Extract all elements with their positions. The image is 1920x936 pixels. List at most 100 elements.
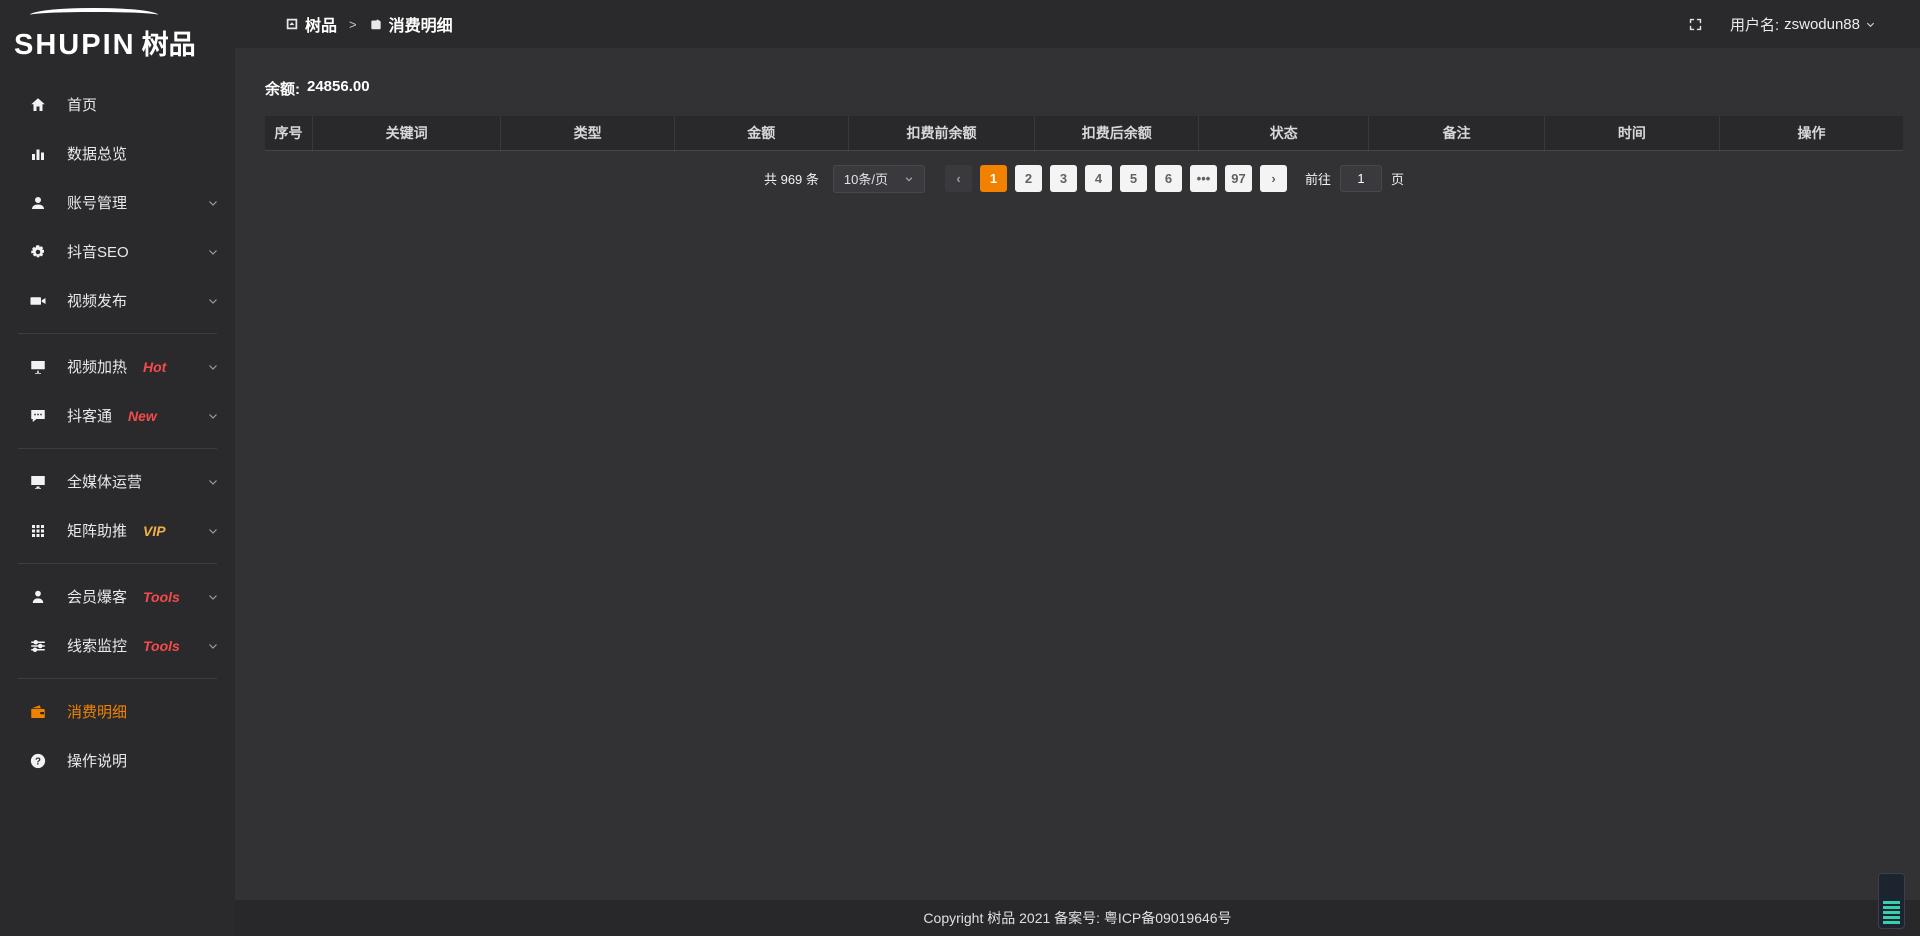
chevron-down-icon [207, 197, 219, 209]
breadcrumb-item-app[interactable]: 树品 [285, 12, 337, 36]
table-head: 序号关键词类型金额扣费前余额扣费后余额状态备注时间操作 [265, 116, 1903, 150]
chevron-down-icon [207, 476, 219, 488]
topbar-right: 用户名: zswodun88 [1687, 14, 1876, 35]
pagination-page-button[interactable]: 6 [1155, 165, 1182, 192]
sidebar-item-consumption-detail[interactable]: 消费明细 [0, 687, 235, 736]
main-area: 余额: 24856.00 序号关键词类型金额扣费前余额扣费后余额状态备注时间操作… [235, 48, 1920, 936]
screen-icon [28, 357, 48, 377]
sidebar-item-video-heating[interactable]: 视频加热 Hot [0, 342, 235, 391]
chevron-down-icon [207, 525, 219, 537]
chevron-down-icon [207, 295, 219, 307]
chevron-down-icon [904, 174, 914, 184]
breadcrumb: 树品 > 消费明细 [285, 12, 453, 36]
pagination-page-button[interactable]: 4 [1085, 165, 1112, 192]
column-header: 序号 [265, 116, 313, 150]
wallet-icon [28, 702, 48, 722]
page-size-select[interactable]: 10条/页 [833, 165, 925, 193]
sidebar-item-douyin-seo[interactable]: 抖音SEO [0, 227, 235, 276]
sidebar-item-matrix-boost[interactable]: 矩阵助推VIP [0, 506, 235, 555]
sidebar-item-home[interactable]: 首页 [0, 80, 235, 129]
sidebar-menu: 首页数据总览账号管理抖音SEO 视频发布视频加热 Hot 抖客通 New 全媒体运营矩阵助… [0, 80, 235, 785]
sidebar-item-member-baoke[interactable]: 会员爆客 Tools [0, 572, 235, 621]
person-icon [28, 587, 48, 607]
topbar: 树品 > 消费明细 用户名: zswodun88 [235, 0, 1920, 48]
pagination-page-button[interactable]: 5 [1120, 165, 1147, 192]
wallet-small-icon [369, 17, 383, 31]
column-header: 时间 [1544, 116, 1719, 150]
user-dropdown[interactable]: 用户名: zswodun88 [1730, 14, 1876, 35]
sidebar-item-video-publish[interactable]: 视频发布 [0, 276, 235, 325]
sidebar-item-label: 操作说明 [67, 750, 127, 771]
sidebar-item-label: 会员爆客 [67, 586, 127, 607]
pagination-page-button[interactable]: 1 [980, 165, 1007, 192]
sidebar-item-tag: New [128, 408, 157, 424]
pagination-page-button[interactable]: 3 [1050, 165, 1077, 192]
sidebar-item-tag: Hot [143, 359, 166, 375]
pagination: 共 969 条 10条/页 ‹ 123456 ••• 97 › 前往 页 [265, 165, 1903, 193]
column-header: 扣费前余额 [848, 116, 1035, 150]
sidebar-item-tag: Tools [143, 638, 180, 654]
balance-value: 24856.00 [307, 78, 370, 99]
balance: 余额: 24856.00 [265, 78, 1903, 99]
sidebar-item-tag: VIP [143, 523, 166, 539]
pagination-prev-button[interactable]: ‹ [945, 165, 972, 192]
sidebar-item-clue-monitor[interactable]: 线索监控Tools [0, 621, 235, 670]
monitor-icon [28, 472, 48, 492]
widget-bars-icon [1883, 901, 1900, 924]
pagination-more-button[interactable]: ••• [1190, 165, 1217, 192]
sidebar-divider [18, 563, 217, 564]
column-header: 关键词 [313, 116, 501, 150]
column-header: 金额 [674, 116, 848, 150]
sidebar-divider [18, 678, 217, 679]
grid-icon [28, 521, 48, 541]
column-header: 类型 [501, 116, 675, 150]
balance-label: 余额: [265, 78, 300, 99]
pagination-next-button[interactable]: › [1260, 165, 1287, 192]
pagination-total: 共 969 条 [764, 169, 819, 188]
column-header: 状态 [1199, 116, 1369, 150]
sidebar-item-data-overview[interactable]: 数据总览 [0, 129, 235, 178]
sidebar-divider [18, 448, 217, 449]
logo: SHUPIN 树品 [0, 0, 235, 62]
chevron-down-icon [207, 591, 219, 603]
breadcrumb-separator: > [349, 17, 357, 32]
fullscreen-button[interactable] [1687, 16, 1704, 33]
chevron-down-icon [207, 410, 219, 422]
question-icon: ? [28, 751, 48, 771]
chevron-down-icon [1865, 19, 1876, 30]
goto-page-input[interactable] [1340, 165, 1382, 192]
content: 余额: 24856.00 序号关键词类型金额扣费前余额扣费后余额状态备注时间操作… [235, 48, 1920, 900]
chevron-down-icon [207, 361, 219, 373]
chart-icon [28, 144, 48, 164]
sidebar-item-operation-guide[interactable]: ? 操作说明 [0, 736, 235, 785]
sidebar-item-all-media-operation[interactable]: 全媒体运营 [0, 457, 235, 506]
footer: Copyright 树品 2021 备案号: 粤ICP备09019646号 [235, 900, 1920, 936]
pagination-page-button[interactable]: 97 [1225, 165, 1252, 192]
sidebar-item-label: 视频加热 [67, 356, 127, 377]
logo-text-en: SHUPIN [14, 29, 136, 62]
overlay-widget[interactable] [1878, 873, 1905, 929]
sidebar-item-label: 数据总览 [67, 143, 127, 164]
logo-arc-icon [30, 8, 158, 22]
sidebar-item-account-management[interactable]: 账号管理 [0, 178, 235, 227]
sidebar-item-label: 抖客通 [67, 405, 112, 426]
comment-icon [28, 406, 48, 426]
table-header-row: 序号关键词类型金额扣费前余额扣费后余额状态备注时间操作 [265, 116, 1903, 150]
chevron-down-icon [207, 246, 219, 258]
goto-label: 前往 [1305, 169, 1331, 188]
sidebar-item-label: 全媒体运营 [67, 471, 142, 492]
sidebar-item-label: 账号管理 [67, 192, 127, 213]
svg-text:?: ? [35, 756, 41, 767]
logo-text-cn: 树品 [142, 23, 196, 62]
sidebar-item-label: 首页 [67, 94, 97, 115]
gear-icon [28, 242, 48, 262]
pagination-goto: 前往 页 [1305, 165, 1404, 192]
sidebar-item-tag: Tools [143, 589, 180, 605]
username-value: zswodun88 [1784, 16, 1860, 33]
pagination-page-button[interactable]: 2 [1015, 165, 1042, 192]
sidebar: SHUPIN 树品 首页数据总览账号管理抖音SEO 视频发布视频加热 Hot 抖客通 N… [0, 0, 235, 936]
sidebar-item-label: 消费明细 [67, 701, 127, 722]
sidebar-item-label: 抖音SEO [67, 241, 129, 262]
sidebar-item-douketong[interactable]: 抖客通 New [0, 391, 235, 440]
breadcrumb-item-page[interactable]: 消费明细 [369, 12, 453, 36]
